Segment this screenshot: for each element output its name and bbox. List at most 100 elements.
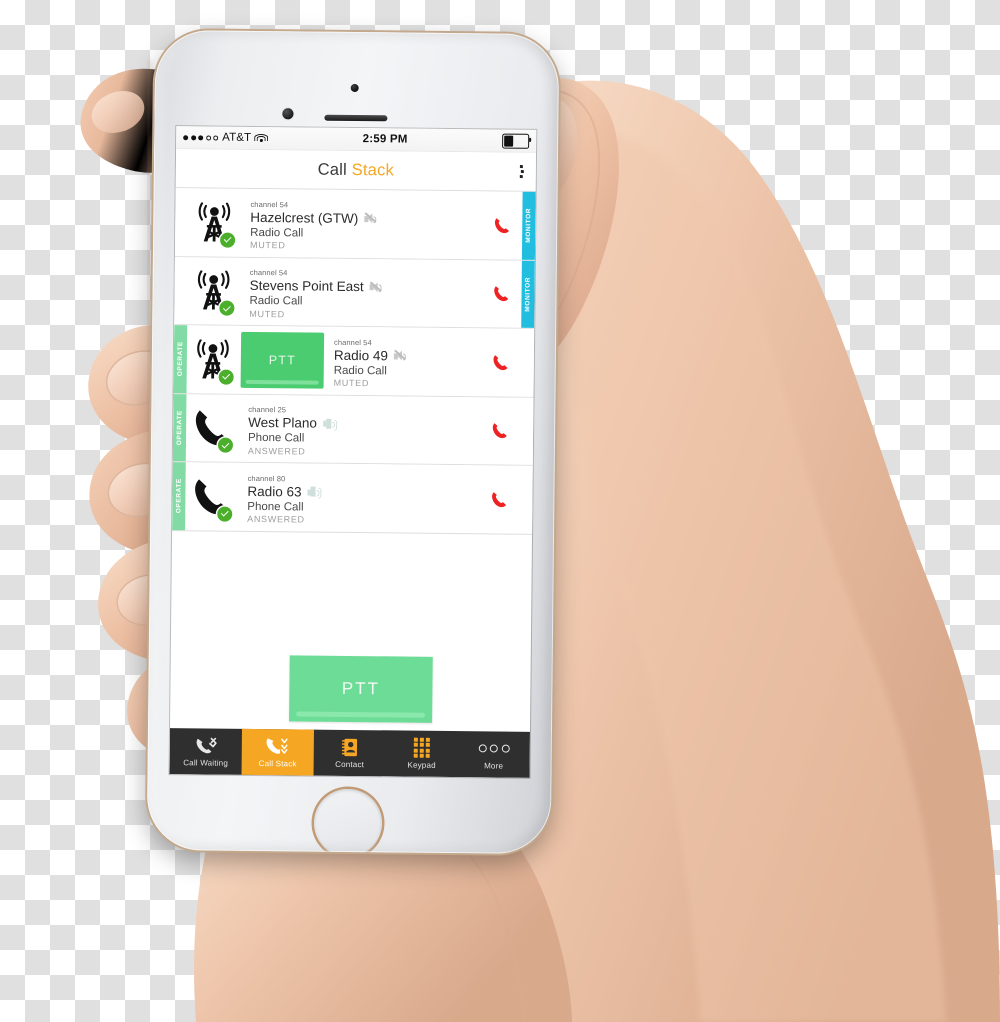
end-call-button[interactable] — [477, 465, 520, 533]
call-row-body: channel 80 Radio 63 Phone Call ANSWERED — [237, 463, 478, 533]
speaker-muted-icon[interactable] — [393, 349, 407, 362]
call-avatar — [186, 394, 239, 462]
call-name: Radio 49 — [333, 347, 389, 364]
contact-book-icon — [341, 737, 358, 756]
call-row[interactable]: channel 54 Hazelcrest (GTW) Radio Call M… — [174, 188, 536, 261]
side-tab-monitor-label: MONITOR — [524, 276, 532, 312]
call-status: MUTED — [249, 308, 285, 319]
tab-call-waiting[interactable]: Call Waiting — [170, 728, 242, 775]
contact-book-icon — [341, 738, 358, 756]
side-tab-operate-label: OPERATE — [175, 478, 183, 514]
status-bar-left: AT&T — [183, 131, 269, 144]
tab-contact[interactable]: Contact — [314, 730, 386, 777]
call-row-body: channel 54 Radio 49 Radio Call MUTED — [323, 327, 479, 396]
keypad-icon — [414, 737, 430, 759]
speaker-muted-icon[interactable] — [364, 212, 377, 224]
more-dots-icon — [478, 739, 510, 758]
tab-label: More — [484, 760, 504, 771]
end-call-icon[interactable] — [492, 354, 507, 370]
side-tab-empty — [175, 188, 189, 256]
status-bar-clock: 2:59 PM — [362, 133, 408, 146]
page-title: Call Stack — [318, 160, 394, 180]
row-ptt-label: PTT — [268, 352, 297, 368]
keypad-icon — [414, 737, 430, 759]
tab-call-stack[interactable]: Call Stack — [241, 728, 314, 776]
call-avatar — [187, 325, 240, 393]
tab-label: Call Stack — [258, 758, 297, 768]
smartphone-device: AT&T 2:59 PM Call Stack channel 54 Hazel… — [146, 29, 560, 855]
speaker-on-icon[interactable] — [307, 486, 322, 499]
tab-more[interactable]: More — [457, 731, 529, 778]
call-name: Radio 63 — [247, 483, 302, 500]
call-status: MUTED — [250, 240, 286, 251]
signal-strength-icon — [183, 134, 218, 140]
side-tab-monitor[interactable]: MONITOR — [521, 191, 536, 260]
battery-icon — [502, 133, 530, 149]
kebab-menu-icon[interactable] — [516, 162, 527, 181]
tab-label: Keypad — [407, 760, 436, 770]
side-tab-empty — [520, 329, 534, 397]
page-title-primary: Call — [317, 160, 352, 179]
page-title-accent: Stack — [351, 160, 395, 179]
tab-label: Contact — [335, 759, 365, 769]
end-call-icon[interactable] — [493, 286, 508, 302]
call-row[interactable]: OPERATE channel 25 West Plano Phone Call… — [172, 393, 534, 466]
end-call-icon[interactable] — [491, 491, 506, 507]
check-badge-icon — [219, 300, 235, 316]
more-dots-icon — [478, 744, 510, 753]
side-tab-monitor-label: MONITOR — [525, 208, 533, 244]
call-status: MUTED — [333, 377, 370, 389]
side-tab-operate[interactable]: OPERATE — [172, 462, 186, 530]
call-status: ANSWERED — [247, 445, 306, 457]
wifi-icon — [254, 132, 269, 143]
ptt-button-label: PTT — [341, 678, 381, 699]
side-tab-operate[interactable]: OPERATE — [172, 393, 187, 462]
end-call-button[interactable] — [479, 260, 522, 328]
call-channel: channel 54 — [333, 337, 372, 347]
side-tab-empty — [519, 466, 533, 534]
ptt-button[interactable]: PTT — [289, 655, 433, 723]
row-ptt-button[interactable]: PTT — [240, 331, 325, 389]
check-badge-icon — [217, 437, 234, 453]
earpiece-speaker — [324, 114, 388, 122]
call-stack-list: channel 54 Hazelcrest (GTW) Radio Call M… — [172, 188, 536, 535]
call-status: ANSWERED — [247, 514, 305, 525]
side-tab-empty — [520, 397, 534, 465]
status-bar-right — [502, 133, 530, 149]
side-tab-operate-label: OPERATE — [176, 341, 185, 377]
check-badge-icon — [220, 232, 236, 248]
call-avatar — [187, 257, 240, 325]
call-type: Radio Call — [333, 364, 387, 378]
call-row[interactable]: OPERATE channel 80 Radio 63 Phone Call A… — [172, 462, 533, 535]
home-button[interactable] — [313, 788, 383, 855]
bottom-tab-bar: Call Waiting Call Stack Contact Keypad M… — [169, 728, 530, 778]
side-tab-operate[interactable]: OPERATE — [173, 325, 188, 393]
call-avatar — [185, 462, 238, 530]
end-call-icon[interactable] — [494, 217, 509, 233]
call-name-line: Radio 49 — [334, 348, 475, 365]
check-badge-icon — [218, 369, 234, 385]
call-row-body: channel 54 Hazelcrest (GTW) Radio Call M… — [240, 189, 481, 259]
call-name: Hazelcrest (GTW) — [250, 209, 359, 226]
call-avatar — [188, 188, 241, 256]
side-tab-monitor[interactable]: MONITOR — [521, 260, 535, 328]
speaker-muted-icon[interactable] — [369, 281, 383, 293]
call-row[interactable]: channel 54 Stevens Point East Radio Call… — [174, 256, 535, 329]
phone-screen: AT&T 2:59 PM Call Stack channel 54 Hazel… — [169, 126, 537, 778]
call-waiting-icon — [195, 736, 217, 755]
navigation-bar: Call Stack — [175, 149, 537, 192]
tab-label: Call Waiting — [183, 757, 229, 768]
front-camera — [282, 108, 294, 120]
call-row[interactable]: OPERATE PTT channel 54 Radio 49 Radio Ca… — [173, 325, 535, 398]
end-call-button[interactable] — [478, 397, 521, 465]
end-call-icon[interactable] — [492, 423, 507, 439]
tab-keypad[interactable]: Keypad — [386, 730, 458, 777]
side-tab-operate-label: OPERATE — [175, 409, 184, 446]
call-name: West Plano — [248, 415, 318, 431]
call-row-body: channel 54 Stevens Point East Radio Call… — [239, 257, 480, 327]
end-call-button[interactable] — [478, 328, 521, 396]
speaker-on-icon[interactable] — [322, 418, 338, 431]
call-name: Stevens Point East — [249, 278, 364, 295]
end-call-button[interactable] — [480, 191, 523, 259]
call-waiting-icon — [196, 737, 217, 753]
